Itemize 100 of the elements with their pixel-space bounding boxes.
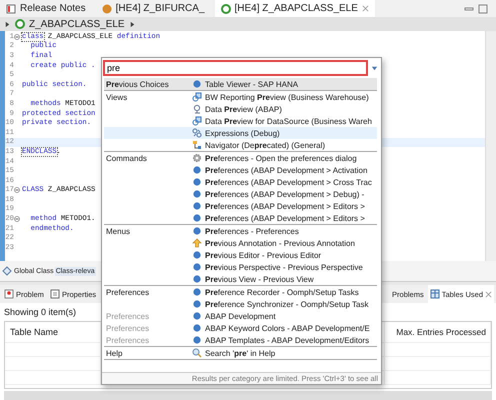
maximize-icon[interactable] [478,4,488,14]
editor-tab[interactable]: [HE4] Z_ABAPCLASS_ELE [214,0,375,17]
editor-tab[interactable]: Release Notes [0,0,92,17]
dot-icon [192,201,202,211]
result-label: Data Preview (ABAP) [205,104,282,114]
editor-tab[interactable]: [HE4] Z_BIFURCA_ [96,0,211,17]
result-row[interactable]: Preferences ABAP Development [104,310,377,322]
class-icon [102,4,112,14]
close-icon[interactable] [362,5,369,12]
category-label: Menus [106,226,130,236]
category-label: Preferences [106,312,150,320]
dot-icon [192,213,202,223]
result-label: Navigator (Deprecated) (General) [205,140,326,150]
result-row[interactable]: Previous Perspective - Previous Perspective [104,261,377,273]
result-row[interactable]: Preference Synchronizer - Oomph/Setup Task [104,298,377,310]
result-label: Previous View - Previous View [205,274,314,284]
result-label: ABAP Keyword Colors - ABAP Development/E [205,324,370,332]
properties-icon [50,289,60,299]
dot-icon [192,189,202,199]
view-icon [192,116,202,126]
result-label: Preferences - Open the preferences dialog [205,154,357,162]
result-label: ABAP Development [205,312,276,320]
dot-icon [192,226,202,236]
dot-icon [192,299,202,309]
scrollbar[interactable] [4,391,492,400]
dot-icon [192,274,202,284]
result-label: Preferences (ABAP Development > Editors > [205,214,365,222]
result-label: Preferences (ABAP Development > Editors > [205,202,365,210]
dropdown-icon[interactable] [371,64,378,72]
result-label: Expressions (Debug) [205,128,280,138]
view-icon [192,92,202,102]
expressions-icon [192,128,202,138]
result-label: Preferences (ABAP Development > Cross Trac [205,178,372,186]
result-row[interactable]: Preferences (ABAP Development > Debug) - [104,188,377,200]
dot-icon [192,323,202,333]
category-label: Preferences [106,288,150,296]
dot-icon [192,262,202,272]
result-label: Preference Recorder - Oomph/Setup Tasks [205,288,359,296]
class-icon [220,4,231,14]
breadcrumb-item[interactable]: Z_ABAPCLASS_ELE [29,18,125,30]
result-row[interactable]: Preferences (ABAP Development > Editors > [104,212,377,224]
status-text: Showing 0 item(s) [4,307,76,319]
result-row[interactable]: Previous Choices Table Viewer - SAP HANA [104,78,377,90]
result-row[interactable]: Previous Editor - Previous Editor [104,249,377,261]
dot-icon [192,335,202,345]
result-label: Preference Synchronizer - Oomph/Setup Task [205,300,368,308]
dot-icon [192,250,202,260]
result-label: Data Preview for DataSource (Business Wareh [205,116,372,126]
category-label: Preferences [106,324,150,332]
result-label: Preferences (ABAP Development > Activation [205,166,368,174]
result-row[interactable]: Expressions (Debug) [104,127,377,139]
arrow-icon [128,20,136,28]
result-row[interactable]: Preferences ABAP Keyword Colors - ABAP Development/E [104,322,377,334]
result-label: BW Reporting Preview (Business Warehouse) [205,92,369,102]
result-row[interactable]: Menus Preferences - Preferences [104,225,377,237]
result-label: Preferences - Preferences [205,226,299,236]
result-label: Previous Annotation - Previous Annotation [205,238,355,248]
collapse-icon[interactable] [14,187,20,194]
help-icon [192,348,202,358]
close-icon[interactable] [485,290,492,298]
result-row[interactable]: Preferences (ABAP Development > Activation [104,164,377,176]
result-row[interactable]: Preferences ABAP Templates - ABAP Development/Editors [104,334,377,346]
up-arrow-icon [192,238,202,248]
tree-icon [192,140,202,150]
column-header[interactable]: Max. Entries Processed [385,322,492,342]
category-label: Preferences [106,336,150,344]
result-row[interactable]: Preferences (ABAP Development > Cross Trac [104,176,377,188]
category-label: Help [106,348,122,358]
result-row[interactable]: Previous View - Previous View [104,273,377,285]
result-label: Search 'pre' in Help [205,348,276,358]
result-label: Preferences (ABAP Development > Debug) - [205,190,364,198]
category-label: Views [106,92,128,102]
result-row[interactable]: Views BW Reporting Preview (Business Warehouse) [104,91,377,103]
diamond-icon [2,266,12,276]
result-row[interactable]: Preferences Preference Recorder - Oomph/Setup Tasks [104,286,377,298]
result-label: Previous Perspective - Previous Perspective [205,262,363,272]
problem-icon [4,289,14,299]
result-label: Previous Editor - Previous Editor [205,250,322,260]
result-label: ABAP Templates - ABAP Development/Editors [205,336,370,344]
dot-icon [192,177,202,187]
notes-icon [6,4,16,14]
result-row[interactable]: Preferences (ABAP Development > Editors > [104,200,377,212]
table-icon [430,289,440,299]
search-field[interactable]: pre [103,60,368,76]
result-row[interactable]: Help Search 'pre' in Help [104,347,377,359]
result-row[interactable]: Commands Preferences - Open the preferences dialog [104,152,377,164]
scrollbar[interactable] [485,31,496,261]
result-row[interactable]: Data Preview (ABAP) [104,103,377,115]
result-row[interactable]: Previous Annotation - Previous Annotation [104,237,377,249]
collapse-icon[interactable] [14,34,20,40]
result-row[interactable]: Navigator (Deprecated) (General) [104,139,377,151]
result-label: Table Viewer - SAP HANA [205,80,298,88]
dot-icon [192,287,202,297]
dot-icon [192,311,202,321]
category-label: Previous Choices [106,80,169,88]
dot-icon [192,165,202,175]
arrow-icon [4,20,11,28]
collapse-icon[interactable] [14,216,20,222]
result-row[interactable]: Data Preview for DataSource (Business Wareh [104,115,377,127]
dot-icon [192,79,202,89]
